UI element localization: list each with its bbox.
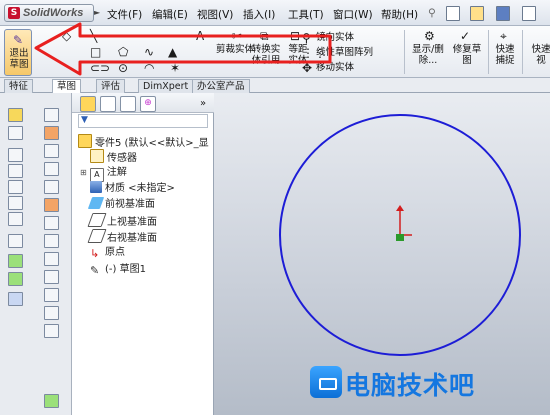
watermark-logo-icon [310, 366, 342, 398]
watermark-text: 电脑技术吧 [345, 371, 476, 400]
annotation-arrow [34, 22, 332, 76]
red-arrow-outline [34, 22, 332, 76]
